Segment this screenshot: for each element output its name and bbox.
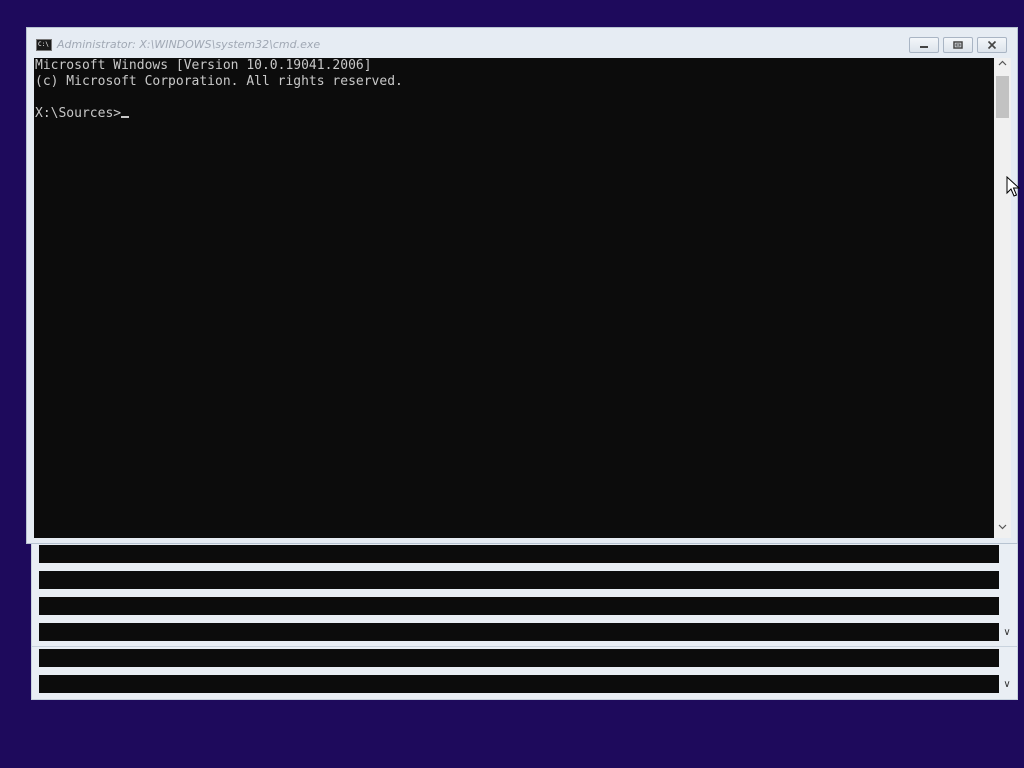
window-title: Administrator: X:\WINDOWS\system32\cmd.e… xyxy=(57,38,321,51)
console-line: Microsoft Windows [Version 10.0.19041.20… xyxy=(35,58,372,73)
ghost-strip xyxy=(39,675,999,693)
chevron-down-icon xyxy=(998,524,1007,530)
minimize-button[interactable] xyxy=(909,37,939,53)
close-icon xyxy=(987,40,997,50)
restore-icon xyxy=(953,41,963,49)
scroll-up-button[interactable] xyxy=(994,58,1011,75)
maximize-button[interactable] xyxy=(943,37,973,53)
ghost-strip xyxy=(39,623,999,641)
ghost-strip xyxy=(39,545,999,563)
ghost-window-trail: ∨ xyxy=(31,646,1018,700)
chevron-up-icon xyxy=(998,60,1007,66)
title-bar[interactable]: C:\ Administrator: X:\WINDOWS\system32\c… xyxy=(27,28,1017,58)
close-button[interactable] xyxy=(977,37,1007,53)
ghost-window-trail: ∨ xyxy=(31,530,1018,650)
vertical-scrollbar[interactable] xyxy=(994,58,1011,538)
scroll-down-button[interactable] xyxy=(994,521,1011,538)
scroll-thumb[interactable] xyxy=(996,76,1009,118)
text-cursor xyxy=(121,116,130,118)
cmd-icon-text: C:\ xyxy=(38,41,49,48)
prompt-text: X:\Sources> xyxy=(35,106,122,121)
console-output[interactable]: Microsoft Windows [Version 10.0.19041.20… xyxy=(34,58,994,538)
cmd-window: C:\ Administrator: X:\WINDOWS\system32\c… xyxy=(26,27,1018,544)
mouse-pointer-icon xyxy=(1006,176,1020,197)
cmd-icon[interactable]: C:\ xyxy=(36,39,52,51)
command-prompt[interactable]: X:\Sources> xyxy=(34,106,994,122)
chevron-down-icon: ∨ xyxy=(1003,627,1011,638)
ghost-strip xyxy=(39,571,999,589)
minimize-icon xyxy=(920,46,928,48)
ghost-strip xyxy=(39,649,999,667)
console-line: (c) Microsoft Corporation. All rights re… xyxy=(35,74,403,89)
chevron-down-icon: ∨ xyxy=(1003,679,1011,690)
ghost-strip xyxy=(39,597,999,615)
